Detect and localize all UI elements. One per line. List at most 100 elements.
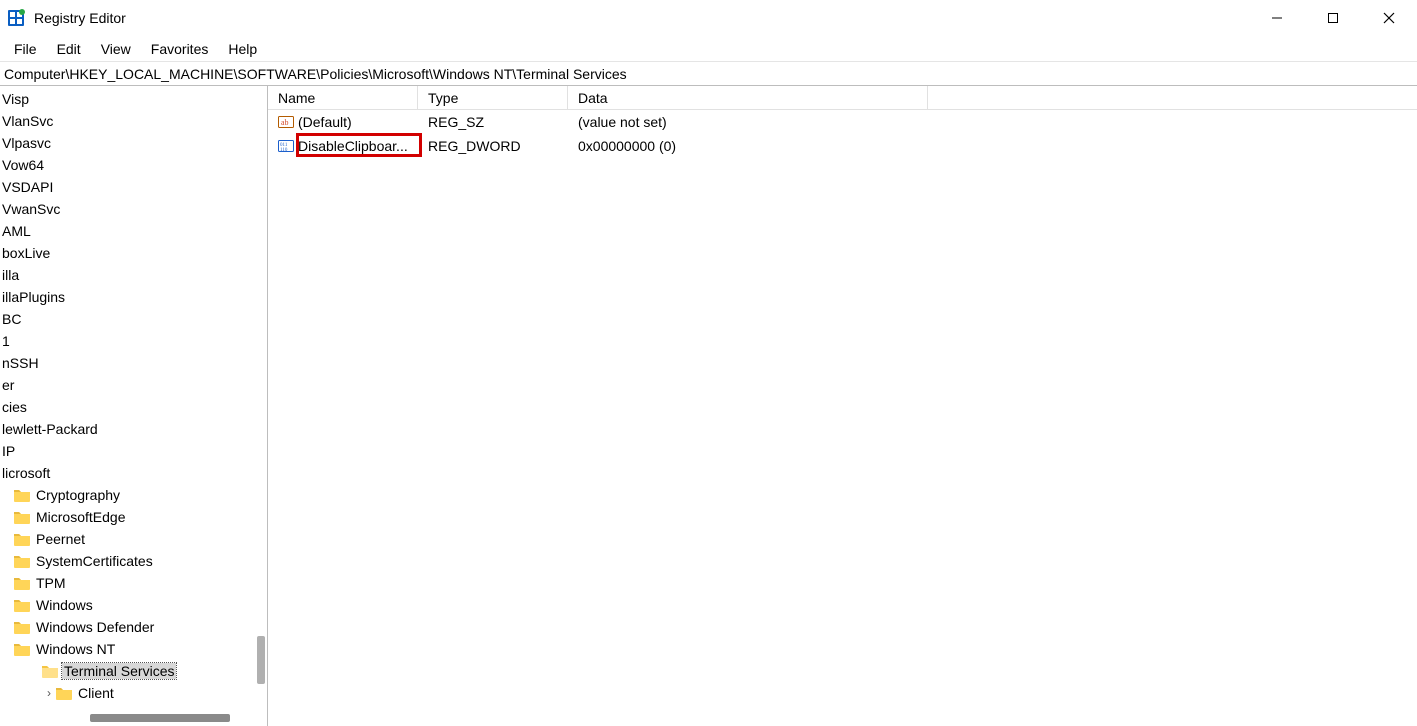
values-pane[interactable]: Name Type Data ab (Default) REG_SZ (value … [268, 86, 1417, 726]
tree-item-label: Client [76, 685, 116, 701]
tree-item[interactable]: MicrosoftEdge [0, 506, 267, 528]
tree-item[interactable]: licrosoft [0, 462, 267, 484]
scrollbar-thumb[interactable] [90, 714, 230, 722]
address-bar[interactable]: Computer\HKEY_LOCAL_MACHINE\SOFTWARE\Pol… [0, 62, 1417, 86]
tree-item[interactable]: Peernet [0, 528, 267, 550]
tree-item[interactable]: TPM [0, 572, 267, 594]
tree-item-label: Visp [0, 91, 31, 107]
column-header-type[interactable]: Type [418, 86, 568, 109]
tree-item-label: cies [0, 399, 29, 415]
value-data: (value not set) [578, 114, 667, 130]
tree-item-label: nSSH [0, 355, 41, 371]
regedit-icon [6, 8, 26, 28]
tree-item[interactable]: boxLive [0, 242, 267, 264]
list-header: Name Type Data [268, 86, 1417, 110]
menubar: File Edit View Favorites Help [0, 36, 1417, 62]
tree-item-label: Vlpasvc [0, 135, 53, 151]
tree-pane[interactable]: Visp VlanSvc Vlpasvc Vow64 VSDAPI VwanSvc AML b… [0, 86, 268, 726]
scrollbar-thumb[interactable] [257, 636, 265, 684]
tree-item[interactable]: Terminal Services [0, 660, 267, 682]
tree-item[interactable]: VwanSvc [0, 198, 267, 220]
window-controls [1249, 0, 1417, 36]
tree-item-label: BC [0, 311, 23, 327]
maximize-button[interactable] [1305, 0, 1361, 36]
svg-text:ab: ab [281, 118, 289, 127]
tree-item-label: TPM [34, 575, 68, 591]
folder-icon [14, 642, 30, 656]
value-name: (Default) [298, 114, 352, 130]
tree-item[interactable]: BC [0, 308, 267, 330]
tree-item-label: Peernet [34, 531, 87, 547]
tree-item-label: MicrosoftEdge [34, 509, 127, 525]
value-type: REG_SZ [428, 114, 484, 130]
tree-item[interactable]: AML [0, 220, 267, 242]
tree-item[interactable]: Windows [0, 594, 267, 616]
value-row[interactable]: 011 110 DisableClipboar...REG_DWORD0x000… [268, 134, 1417, 158]
tree-item-label: AML [0, 223, 33, 239]
tree-item[interactable]: Vow64 [0, 154, 267, 176]
menu-help[interactable]: Help [218, 39, 267, 59]
tree-item[interactable]: er [0, 374, 267, 396]
tree-item-label: VSDAPI [0, 179, 55, 195]
tree-item-label: Windows NT [34, 641, 117, 657]
tree-item[interactable]: Visp [0, 88, 267, 110]
tree-item[interactable]: illaPlugins [0, 286, 267, 308]
expand-arrow-icon[interactable]: › [42, 686, 56, 700]
tree-item-label: Cryptography [34, 487, 122, 503]
folder-icon [14, 532, 30, 546]
tree-item-label: licrosoft [0, 465, 52, 481]
column-header-data[interactable]: Data [568, 86, 928, 109]
dword-value-icon: 011 110 [278, 138, 294, 154]
tree-item[interactable]: VSDAPI [0, 176, 267, 198]
tree-item-label: boxLive [0, 245, 52, 261]
folder-icon [14, 488, 30, 502]
tree-item-label: SystemCertificates [34, 553, 155, 569]
menu-favorites[interactable]: Favorites [141, 39, 219, 59]
folder-icon [14, 554, 30, 568]
registry-path: Computer\HKEY_LOCAL_MACHINE\SOFTWARE\Pol… [4, 66, 627, 82]
svg-text:110: 110 [280, 148, 288, 153]
tree-vertical-scrollbar[interactable] [251, 86, 267, 706]
tree-item[interactable]: nSSH [0, 352, 267, 374]
tree-item[interactable]: Windows Defender [0, 616, 267, 638]
tree-item[interactable]: Cryptography [0, 484, 267, 506]
close-button[interactable] [1361, 0, 1417, 36]
tree-item[interactable]: Windows NT [0, 638, 267, 660]
tree-item-label: VlanSvc [0, 113, 55, 129]
tree-item[interactable]: VlanSvc [0, 110, 267, 132]
window-title: Registry Editor [34, 10, 126, 26]
tree-item-label: Terminal Services [62, 663, 176, 679]
tree-item-label: Vow64 [0, 157, 46, 173]
tree-item[interactable]: IP [0, 440, 267, 462]
folder-icon [14, 598, 30, 612]
menu-view[interactable]: View [91, 39, 141, 59]
tree-item-label: VwanSvc [0, 201, 62, 217]
value-data: 0x00000000 (0) [578, 138, 676, 154]
tree-item-label: IP [0, 443, 17, 459]
tree-item-label: 1 [0, 333, 12, 349]
value-type: REG_DWORD [428, 138, 521, 154]
titlebar: Registry Editor [0, 0, 1417, 36]
folder-icon [14, 620, 30, 634]
tree-item-label: lewlett-Packard [0, 421, 100, 437]
tree-item[interactable]: cies [0, 396, 267, 418]
tree-item-label: illaPlugins [0, 289, 67, 305]
tree-item[interactable]: 1 [0, 330, 267, 352]
tree-item-label: illa [0, 267, 21, 283]
column-header-name[interactable]: Name [268, 86, 418, 109]
tree-item[interactable]: illa [0, 264, 267, 286]
folder-icon [56, 686, 72, 700]
tree-horizontal-scrollbar[interactable] [0, 710, 251, 724]
tree-item[interactable]: SystemCertificates [0, 550, 267, 572]
folder-icon [42, 664, 58, 678]
minimize-button[interactable] [1249, 0, 1305, 36]
value-row[interactable]: ab (Default) REG_SZ (value not set) [268, 110, 1417, 134]
menu-file[interactable]: File [4, 39, 47, 59]
tree-item[interactable]: lewlett-Packard [0, 418, 267, 440]
menu-edit[interactable]: Edit [47, 39, 91, 59]
tree-item[interactable]: Vlpasvc [0, 132, 267, 154]
tree-item-label: Windows Defender [34, 619, 156, 635]
folder-icon [14, 510, 30, 524]
tree-item[interactable]: › Client [0, 682, 267, 704]
folder-icon [14, 576, 30, 590]
